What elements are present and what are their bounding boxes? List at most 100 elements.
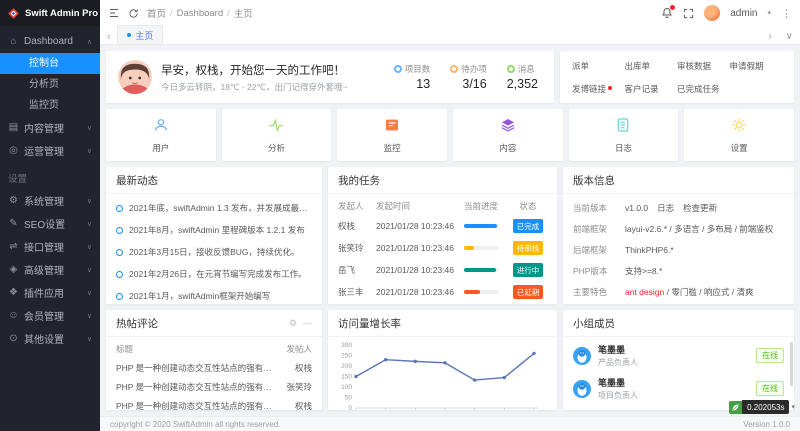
shortcut-日志[interactable]: 日志 [569,109,679,161]
sidebar-item[interactable]: ⚙系统管理∨ [0,189,100,212]
shortcut-监控[interactable]: 监控 [337,109,447,161]
main-area: 首页/Dashboard/主页 admin ▾ ⋮ ‹ 主页 [100,0,800,431]
app-window: Swift Admin Pro ⌂Dashboard∧控制台分析页监控页▤内容管… [0,0,800,431]
task-row: 权栈2021/01/28 10:23:46已完成 [338,215,547,237]
line-chart: 050100150200250300MonTueWedThuFriSatSun [328,339,557,410]
quicklink-item[interactable]: 派单 [572,60,625,72]
fullscreen-icon[interactable] [683,8,694,19]
version-row: PHP版本支持>=8.* [573,260,784,281]
quicklinks-card: 派单出库单审核数据申请假期发博链接客户记录已完成任务 [560,51,794,103]
task-initiator: 权栈 [338,220,376,232]
sidebar-item[interactable]: ☺会员管理∨ [0,304,100,327]
version-list: 当前版本v1.0.0日志检查更新前端框架layui-v2.6.* / 多语言 /… [563,194,794,304]
comment-row[interactable]: PHP 是一种创建动态交互性站点的强有力的服务器端脚本语言权栈 [116,396,312,410]
tabs-scroll-left-icon[interactable]: ‹ [104,31,113,44]
comments-settings-gear-icon[interactable]: ⚙ [289,318,297,329]
shortcut-分析[interactable]: 分析 [222,109,332,161]
quicklink-item[interactable]: 审核数据 [677,60,730,72]
comments-card: 热帖评论 ⚙ — 标题发帖人PHP 是一种创建动态交互性站点的强有力的服务器端脚… [106,310,322,410]
comment-row[interactable]: PHP 是一种创建动态交互性站点的强有力的服务器端脚本语言张笑玲 [116,377,312,396]
version-row: 后端框架ThinkPHP6.* [573,239,784,260]
chart-title: 访问量增长率 [328,310,557,337]
task-time: 2021/01/28 10:23:46 [376,221,464,231]
seo-icon: ✎ [8,218,19,229]
team-card: 小组成员 笔墨墨产品负责人在线笔墨墨项目负责人在线笔墨墨产品负责人离线笔墨墨测试… [563,310,794,410]
tab-home[interactable]: 主页 [117,25,163,44]
shortcut-内容[interactable]: 内容 [453,109,563,161]
operation-icon: ◎ [8,145,19,156]
stat-value: 13 [394,77,431,91]
tabs-menu-chevron-down-icon[interactable]: ∨ [783,31,796,44]
chart-card: 访问量增长率 050100150200250300MonTueWedThuFri… [328,310,557,410]
svg-text:300: 300 [341,342,352,349]
log-icon [615,117,631,138]
sidebar-subitem[interactable]: 分析页 [0,74,100,95]
greeting-text: 早安，权栈，开始您一天的工作吧！ [161,62,348,78]
tabs-scroll-right-icon[interactable]: › [765,31,774,44]
sidebar-subitem[interactable]: 监控页 [0,95,100,116]
sidebar-item[interactable]: ❖插件应用∨ [0,281,100,304]
quicklink-item[interactable]: 客户记录 [625,83,678,95]
news-text: 2021年8月，swiftAdmin 里程碑版本 1.2.1 发布 [129,224,305,236]
performance-badge[interactable]: 0.202053s ▾ [729,400,795,414]
sidebar-item[interactable]: ◈高级管理∨ [0,258,100,281]
tasks-column-header: 发起人 [338,200,376,212]
task-row: 乔峰2021/01/28 10:23:46未开始 [338,303,547,304]
member-role: 产品负责人 [598,357,749,368]
shortcut-label: 设置 [731,142,748,154]
shortcut-用户[interactable]: 用户 [106,109,216,161]
more-options-icon[interactable]: ⋮ [781,7,792,20]
breadcrumb-item[interactable]: Dashboard [177,8,223,19]
notifications-bell-icon[interactable] [661,7,673,19]
comments-collapse-icon[interactable]: — [303,318,312,329]
member-status-badge: 在线 [756,348,784,363]
version-link[interactable]: 日志 [657,202,674,214]
user-menu-chevron-down-icon[interactable]: ▾ [767,9,771,17]
version-highlight[interactable]: ant design [625,287,664,297]
team-title: 小组成员 [563,310,794,337]
comment-poster: 权栈 [278,400,312,411]
stat-label: 消息 [518,63,535,75]
comments-column-header: 标题 [116,343,278,355]
collapse-sidebar-icon[interactable] [108,7,120,19]
sidebar-item[interactable]: ⇌接口管理∨ [0,235,100,258]
version-title: 版本信息 [563,167,794,194]
sidebar-item[interactable]: ▤内容管理∨ [0,116,100,139]
username[interactable]: admin [730,8,757,19]
sidebar-item-label: 接口管理 [24,239,82,254]
sidebar-item[interactable]: ⌂Dashboard∧ [0,30,100,53]
logo[interactable]: Swift Admin Pro [0,0,100,26]
sidebar-item-label: 插件应用 [24,285,82,300]
version-link[interactable]: 检查更新 [683,202,717,214]
quicklink-item[interactable]: 发博链接 [572,83,625,95]
chevron-down-icon: ∨ [87,312,92,320]
home-icon: ⌂ [8,36,19,47]
sidebar-item[interactable]: ◎运营管理∨ [0,139,100,162]
breadcrumb-item[interactable]: 主页 [234,6,253,20]
sidebar-item[interactable]: ✎SEO设置∨ [0,212,100,235]
news-title: 最新动态 [106,167,322,194]
shortcut-设置[interactable]: 设置 [684,109,794,161]
svg-text:100: 100 [341,384,352,391]
news-item: 2021年底，swiftAdmin 1.3 发布，并发展成最受欢迎的极速开发框架… [116,197,312,219]
breadcrumb-item[interactable]: 首页 [147,6,166,20]
sidebar-item-label: 内容管理 [24,120,82,135]
greeting-block: 早安，权栈，开始您一天的工作吧！ 今日多云转阴，18℃ - 22℃，出门记得穿外… [161,62,348,93]
user-avatar[interactable] [704,5,720,21]
stat-item: 项目数13 [394,63,431,91]
chevron-down-icon: ∨ [87,243,92,251]
stat-value: 2,352 [507,77,538,91]
quicklink-item[interactable]: 已完成任务 [677,83,730,95]
refresh-icon[interactable] [128,8,139,19]
quicklink-item[interactable]: 出库单 [625,60,678,72]
sidebar-item[interactable]: ⊙其他设置∨ [0,327,100,350]
sidebar-subitem[interactable]: 控制台 [0,53,100,74]
comment-row[interactable]: PHP 是一种创建动态交互性站点的强有力的服务器端脚本语言权栈 [116,358,312,377]
team-scrollbar[interactable] [790,342,793,386]
shortcut-label: 用户 [152,142,169,154]
timeline-dot-icon [116,227,123,234]
quicklink-item[interactable]: 申请假期 [730,60,783,72]
shortcut-label: 监控 [384,142,401,154]
system-icon: ⚙ [8,195,19,206]
version-row-label: 当前版本 [573,202,625,214]
